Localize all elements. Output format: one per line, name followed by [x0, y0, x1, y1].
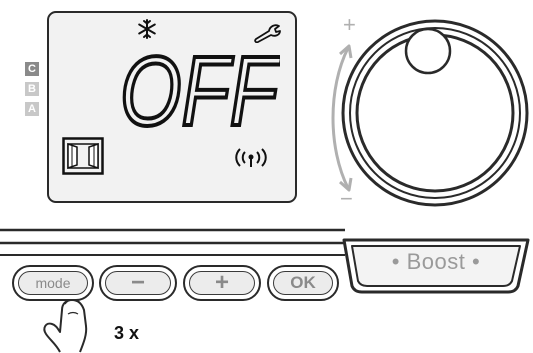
temperature-dial[interactable] [340, 18, 530, 208]
boost-button-label: Boost [406, 249, 466, 274]
status-text-label: OFF [120, 45, 280, 140]
minus-button-label: − [130, 269, 145, 296]
plus-button-label: + [214, 269, 229, 296]
boost-dot-right-icon: • [472, 249, 481, 274]
boost-button[interactable]: • Boost • [340, 236, 532, 294]
dial-grip [404, 27, 452, 75]
plus-button[interactable]: + [183, 265, 261, 301]
finger-press-icon [43, 299, 88, 353]
level-indicator-b: B [25, 82, 39, 96]
ok-button[interactable]: OK [267, 265, 339, 301]
wrench-icon [254, 24, 281, 43]
level-indicator-c: C [25, 62, 39, 76]
press-count-label: 3 x [114, 323, 140, 343]
status-text: OFF [118, 34, 284, 148]
wireless-signal-icon [235, 148, 267, 167]
ok-button-label: OK [290, 273, 316, 292]
boost-dot-left-icon: • [391, 249, 400, 274]
window-open-icon [62, 137, 104, 175]
minus-button[interactable]: − [99, 265, 177, 301]
level-indicator-a: A [25, 102, 39, 116]
snowflake-icon [138, 19, 156, 39]
